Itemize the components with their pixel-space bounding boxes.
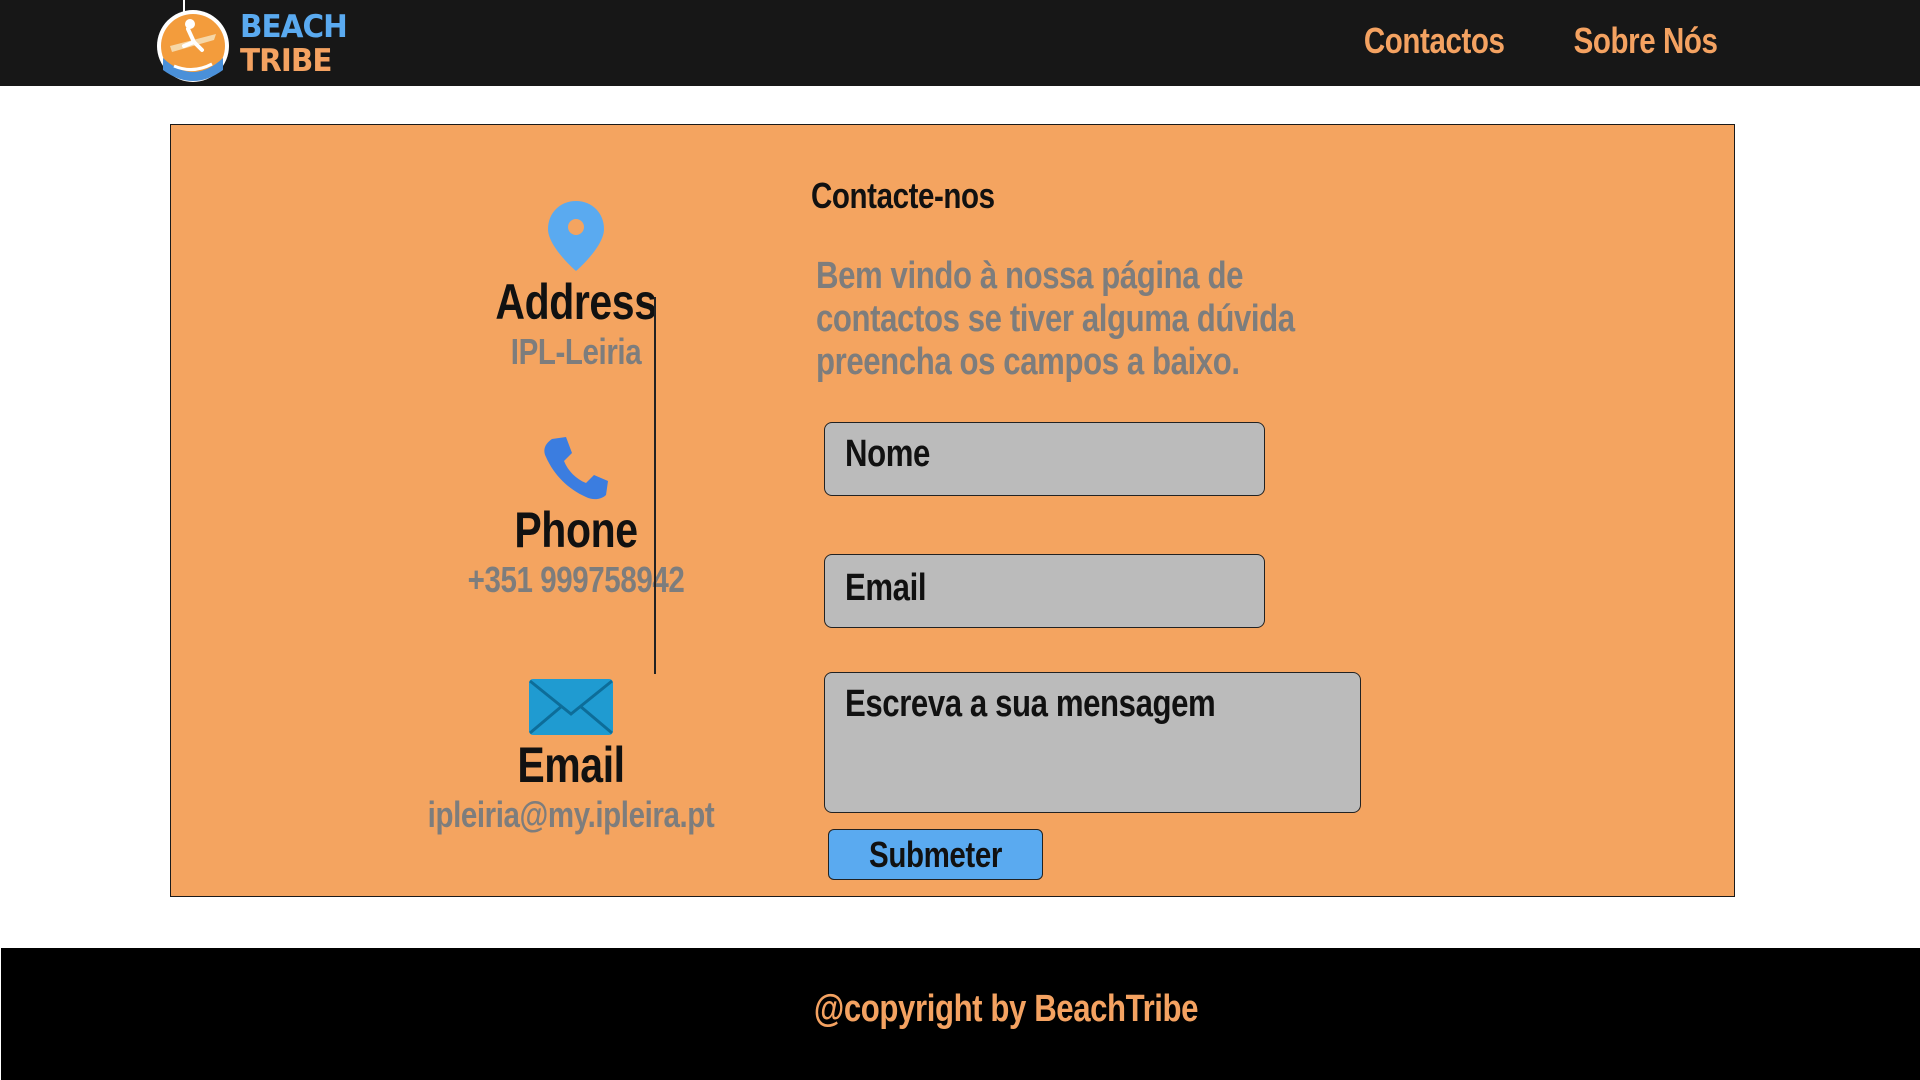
map-pin-icon: [548, 201, 604, 271]
address-title: Address: [495, 274, 657, 330]
name-field[interactable]: Nome: [824, 422, 1265, 496]
email-value[interactable]: ipleiria@my.ipleira.pt: [382, 794, 759, 836]
email-block: Email ipleiria@my.ipleira.pt: [341, 678, 801, 836]
address-value: IPL-Leiria: [510, 331, 642, 372]
surfer-logo-icon: [157, 0, 229, 82]
nav-link-sobre-nos[interactable]: Sobre Nós: [1574, 20, 1718, 62]
message-textarea[interactable]: Escreva a sua mensagem: [824, 672, 1361, 813]
page-footer: @copyright by BeachTribe: [1, 948, 1920, 1080]
address-block: Address IPL-Leiria: [346, 199, 806, 373]
email-field[interactable]: Email: [824, 554, 1265, 628]
phone-title: Phone: [514, 502, 638, 558]
copyright-text: @copyright by BeachTribe: [813, 988, 1199, 1030]
phone-icon: [544, 437, 608, 500]
main-nav: Contactos Sobre Nós: [1333, 20, 1719, 62]
envelope-icon: [529, 679, 613, 735]
logo-word-beach: BEACH: [240, 9, 348, 45]
phone-block: Phone +351 999758942: [346, 435, 806, 601]
logo-wordmark: BEACH TRIBE: [240, 9, 348, 79]
beach-tribe-logo[interactable]: BEACH TRIBE: [154, 0, 348, 86]
submit-label: Submeter: [869, 833, 1002, 875]
submit-button[interactable]: Submeter: [828, 829, 1043, 880]
logo-word-tribe: TRIBE: [240, 43, 332, 79]
nav-link-contactos[interactable]: Contactos: [1364, 20, 1505, 62]
form-heading: Contacte-nos: [811, 175, 995, 216]
email-placeholder: Email: [845, 567, 927, 609]
phone-value[interactable]: +351 999758942: [387, 559, 764, 601]
form-intro-text: Bem vindo à nossa página de contactos se…: [816, 255, 1295, 383]
message-placeholder: Escreva a sua mensagem: [845, 683, 1216, 725]
email-title: Email: [517, 737, 625, 793]
name-placeholder: Nome: [845, 433, 930, 475]
vertical-divider: [654, 297, 656, 674]
top-navbar: BEACH TRIBE Contactos Sobre Nós: [0, 0, 1920, 86]
contact-panel: Address IPL-Leiria Phone +351 999758942 …: [170, 124, 1735, 897]
